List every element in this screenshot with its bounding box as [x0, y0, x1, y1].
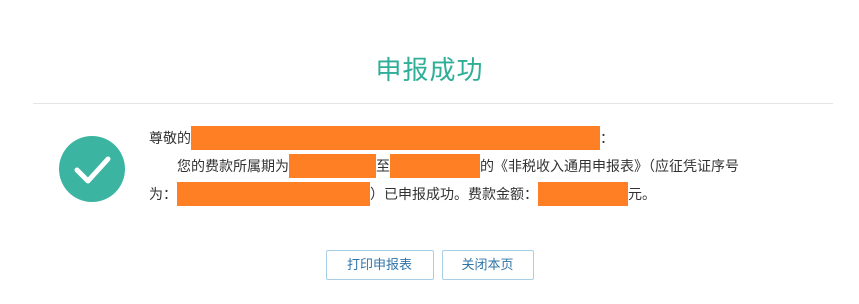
success-page: 申报成功 尊敬的 ： 您的费款所属期为 至 的《非税收入通用申报表》（应征凭证序号 为…: [0, 0, 859, 304]
redacted-period-end: [390, 154, 480, 178]
print-form-button[interactable]: 打印申报表: [325, 250, 434, 280]
redacted-amount: [538, 182, 628, 206]
checkmark-icon: [74, 156, 111, 184]
redacted-name: [191, 126, 600, 150]
check-circle-icon: [59, 136, 125, 202]
serial-line: 为： ）已申报成功。费款金额： 元。: [149, 181, 829, 209]
period-prefix: 您的费款所属期为: [177, 159, 289, 175]
redacted-period-start: [289, 154, 376, 178]
page-title: 申报成功: [375, 56, 484, 86]
serial-prefix: 为：: [149, 187, 177, 203]
amount-suffix: 元。: [628, 187, 656, 203]
redacted-serial: [177, 182, 370, 206]
greeting-line: 尊敬的 ：: [149, 125, 829, 153]
greeting-prefix: 尊敬的: [149, 131, 191, 147]
period-line: 您的费款所属期为 至 的《非税收入通用申报表》（应征凭证序号: [149, 153, 829, 181]
divider: [33, 103, 833, 104]
serial-suffix: ）已申报成功。费款金额：: [370, 187, 538, 203]
greeting-suffix: ：: [600, 131, 614, 147]
success-message: 尊敬的 ： 您的费款所属期为 至 的《非税收入通用申报表》（应征凭证序号 为： ）已申报…: [149, 125, 829, 209]
close-page-button[interactable]: 关闭本页: [441, 250, 534, 280]
form-text: 的《非税收入通用申报表》（应征凭证序号: [480, 159, 739, 175]
action-buttons: 打印申报表 关闭本页: [0, 250, 859, 280]
period-to: 至: [376, 159, 390, 175]
